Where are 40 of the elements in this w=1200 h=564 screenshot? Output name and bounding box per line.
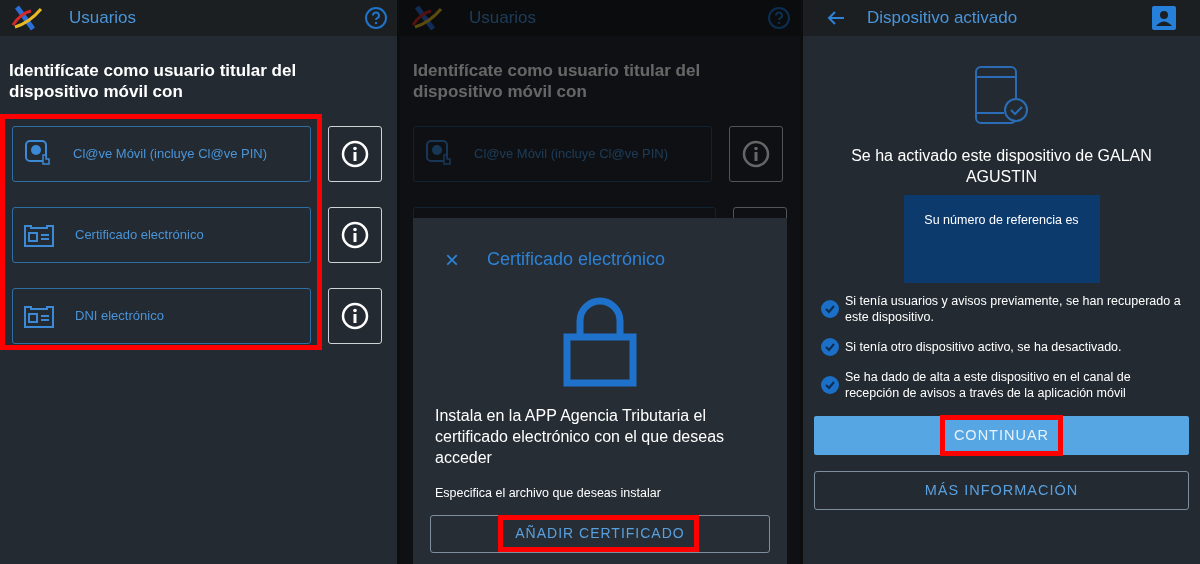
close-button[interactable]: × [445,247,459,272]
info-button[interactable] [328,126,382,182]
back-arrow-icon[interactable] [827,10,845,26]
checklist-text: Se ha dado de alta a este dispositivo en el canal de recepción de avisos a través de la aplicación móvil [845,369,1132,401]
info-icon [341,221,369,249]
more-info-button[interactable]: MÁS INFORMACIÓN [814,471,1189,510]
option-label: Cl@ve Móvil (incluye Cl@ve PIN) [474,145,668,164]
reference-label: Su número de referencia es [923,212,1080,229]
add-certificate-button[interactable]: AÑADIR CERTIFICADO [430,514,770,553]
screen-title: Dispositivo activado [867,7,1019,30]
help-icon[interactable] [364,6,388,30]
screen-title: Usuarios [69,7,138,30]
continue-button[interactable]: CONTINUAR [814,416,1189,455]
info-icon [341,302,369,330]
info-icon [341,140,369,168]
dialog-title: Certificado electrónico [487,248,666,271]
option-card[interactable]: DNI electrónico [12,288,311,344]
checklist-text: Si tenía usuarios y avisos previamente, se han recuperado a este dispositivo. [845,293,1182,325]
user-icon[interactable] [1152,6,1176,30]
lock-icon [563,297,637,387]
option-label: Cl@ve Móvil (incluye Cl@ve PIN) [73,145,267,164]
option-card[interactable]: Certificado electrónico [12,207,311,263]
phone-check-icon [973,65,1030,125]
screen-title: Usuarios [469,7,538,30]
option-label: Certificado electrónico [75,226,204,245]
info-icon [742,140,770,168]
info-button[interactable] [328,288,382,344]
heading: Identifícate como usuario titular del dispositivo móvil con [9,60,298,102]
dialog-text: Instala en la APP Agencia Tributaria el certificado electrónico con el que deseas acceder [434,406,726,468]
option-card[interactable]: Cl@ve Móvil (incluye Cl@ve PIN) [12,126,311,182]
info-button[interactable] [328,207,382,263]
activation-message: Se ha activado este dispositivo de GALAN AGUSTIN [850,146,1153,187]
id-card-icon [23,303,55,329]
dialog-hint: Especifica el archivo que deseas instalar [434,485,662,502]
logo-icon [409,5,443,31]
logo-icon [9,5,43,31]
checklist-text: Si tenía otro dispositivo activo, se ha desactivado. [845,339,1122,355]
id-card-icon [23,222,55,248]
heading: Identifícate como usuario titular del dispositivo móvil con [413,60,702,102]
option-label: DNI electrónico [75,307,164,326]
